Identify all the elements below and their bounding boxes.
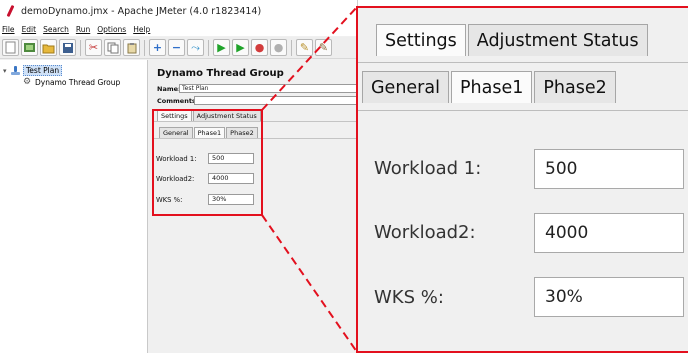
toolbar-separator [291,39,292,56]
name-input[interactable]: Test Plan [179,84,357,93]
comments-input[interactable] [194,96,357,105]
paste-icon[interactable] [123,39,140,56]
zoom-tab-settings[interactable]: Settings [376,24,466,56]
tree-expand-icon[interactable]: ▾ [3,67,10,75]
templates-icon[interactable] [21,39,38,56]
comments-label: Comments: [157,97,199,105]
panel-title: Dynamo Thread Group [157,68,284,79]
tree-item-label: Test Plan [23,65,63,76]
toolbar-separator [80,39,81,56]
menu-search[interactable]: Search [43,25,69,34]
menu-help[interactable]: Help [133,25,150,34]
menu-run[interactable]: Run [76,25,90,34]
toolbar-separator [144,39,145,56]
menu-bar: File Edit Search Run Options Help [0,22,357,36]
menu-options[interactable]: Options [97,25,126,34]
tree-item-test-plan[interactable]: ▾ Test Plan [3,65,63,76]
menu-edit[interactable]: Edit [22,25,37,34]
open-icon[interactable] [40,39,57,56]
zoom-workload2-input[interactable]: 4000 [534,213,684,253]
title-bar: demoDynamo.jmx - Apache JMeter (4.0 r182… [0,0,357,22]
zoom-wks-label: WKS %: [374,287,444,308]
zoom-callout: Settings Adjustment Status General Phase… [356,6,688,353]
toggle-icon[interactable]: ⤳ [187,39,204,56]
cut-icon[interactable]: ✂ [85,39,102,56]
start-no-pause-icon[interactable]: ▶ [232,39,249,56]
zoom-tab-general[interactable]: General [362,71,449,103]
zoom-sub-tabs: General Phase1 Phase2 [362,71,618,103]
zoom-tab-phase2[interactable]: Phase2 [534,71,616,103]
zoom-tab-phase1[interactable]: Phase1 [450,71,533,103]
zoom-subtab-divider [358,110,688,111]
window-title: demoDynamo.jmx - Apache JMeter (4.0 r182… [21,5,262,17]
clear-all-icon[interactable]: ✎ [315,39,332,56]
test-plan-tree: ▾ Test Plan ⚙ Dynamo Thread Group [0,60,148,353]
copy-icon[interactable] [104,39,121,56]
stop-icon[interactable]: ● [251,39,268,56]
start-icon[interactable]: ▶ [213,39,230,56]
clear-icon[interactable]: ✎ [296,39,313,56]
menu-file[interactable]: File [2,25,15,34]
collapse-icon[interactable]: − [168,39,185,56]
new-icon[interactable] [2,39,19,56]
save-icon[interactable] [59,39,76,56]
toolbar: ✂ + − ⤳ ▶ ▶ ● ● ✎ ✎ [0,37,357,59]
tree-item-thread-group[interactable]: ⚙ Dynamo Thread Group [22,77,120,87]
thread-group-gear-icon: ⚙ [22,76,32,87]
zoom-top-tabs: Settings Adjustment Status [376,24,650,56]
toolbar-separator [208,39,209,56]
zoom-tab-adjustment-status[interactable]: Adjustment Status [467,24,648,56]
jmeter-logo-icon [4,5,16,17]
test-plan-icon [10,66,20,76]
zoom-workload1-input[interactable]: 500 [534,149,684,189]
zoom-tab-divider [358,62,688,63]
shutdown-icon[interactable]: ● [270,39,287,56]
zoom-workload1-label: Workload 1: [374,158,482,179]
zoom-workload2-label: Workload2: [374,222,476,243]
expand-icon[interactable]: + [149,39,166,56]
highlight-box [152,109,263,216]
tree-item-label: Dynamo Thread Group [35,77,121,87]
name-label: Name: [157,85,181,93]
zoom-wks-input[interactable]: 30% [534,277,684,317]
